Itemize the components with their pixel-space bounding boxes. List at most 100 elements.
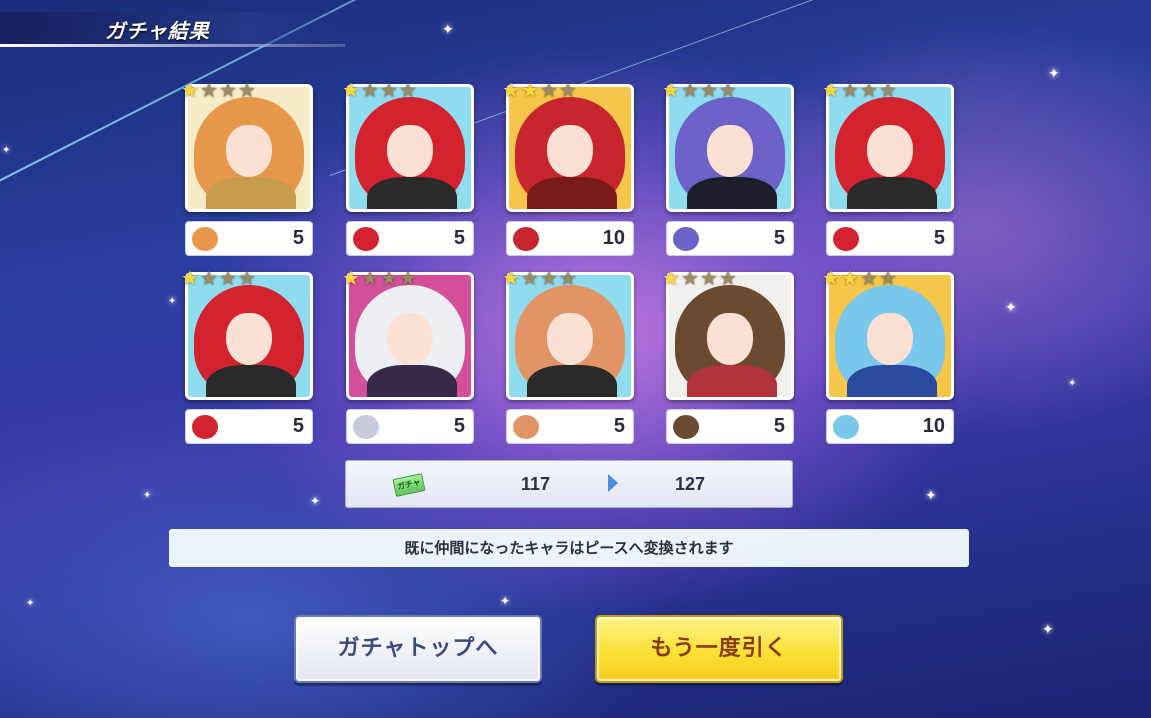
character-face: [387, 313, 433, 365]
rarity-stars: ★ ★ ★ ★: [822, 80, 898, 100]
character-portrait: [666, 272, 794, 400]
rarity-stars: ★ ★ ★ ★: [342, 268, 418, 288]
star-icon: ★: [200, 78, 218, 102]
character-portrait: [185, 272, 313, 400]
gacha-top-button[interactable]: ガチャトップへ: [294, 615, 542, 683]
piece-count: 5: [773, 227, 785, 249]
piece-count-row: 5: [666, 221, 794, 256]
star-icon: ★: [399, 266, 417, 290]
piece-count-row: 5: [346, 409, 474, 444]
piece-count-row: 5: [185, 221, 313, 256]
star-icon: ★: [238, 78, 256, 102]
piece-count-row: 5: [826, 221, 954, 256]
character-face: [707, 125, 753, 177]
rarity-stars: ★ ★ ★ ★: [502, 268, 578, 288]
character-piece-icon: [673, 227, 699, 251]
character-body: [206, 365, 296, 397]
piece-count: 10: [602, 227, 625, 249]
sparkle-icon: ✦: [442, 22, 454, 38]
arrow-right-icon: [608, 474, 618, 492]
character-portrait: [506, 272, 634, 400]
character-body: [367, 177, 457, 209]
star-icon: ★: [700, 78, 718, 102]
sparkle-icon: ✦: [310, 494, 321, 508]
character-face: [867, 313, 913, 365]
character-body: [527, 177, 617, 209]
star-icon: ★: [380, 78, 398, 102]
piece-count: 5: [453, 415, 465, 437]
character-face: [226, 313, 272, 365]
star-icon: ★: [521, 266, 539, 290]
ticket-icon: ガチャ: [392, 473, 426, 497]
star-icon: ★: [841, 78, 859, 102]
star-icon: ★: [361, 78, 379, 102]
star-icon: ★: [681, 266, 699, 290]
ticket-count-panel: ガチャ 117 127: [345, 460, 793, 508]
character-piece-icon: [353, 227, 379, 251]
star-icon: ★: [399, 78, 417, 102]
piece-count-row: 5: [506, 409, 634, 444]
sparkle-icon: ✦: [925, 488, 937, 504]
star-icon: ★: [219, 78, 237, 102]
sparkle-icon: ✦: [2, 145, 11, 156]
rarity-stars: ★ ★ ★ ★: [502, 80, 578, 100]
character-body: [527, 365, 617, 397]
sparkle-icon: ✦: [1005, 300, 1017, 316]
piece-count-row: 10: [826, 409, 954, 444]
star-icon: ★: [860, 266, 878, 290]
star-icon: ★: [879, 78, 897, 102]
ticket-count-after: 127: [675, 474, 706, 494]
character-piece-icon: [673, 415, 699, 439]
star-icon: ★: [540, 266, 558, 290]
star-icon: ★: [502, 266, 520, 290]
rarity-stars: ★ ★ ★ ★: [822, 268, 898, 288]
ticket-count-before: 117: [521, 474, 551, 494]
piece-count-row: 5: [185, 409, 313, 444]
star-icon: ★: [822, 78, 840, 102]
star-icon: ★: [559, 266, 577, 290]
rarity-stars: ★ ★ ★ ★: [662, 268, 738, 288]
sparkle-icon: ✦: [168, 296, 177, 307]
conversion-notice: 既に仲間になったキャラはピースへ変換されます: [169, 529, 969, 567]
star-icon: ★: [342, 266, 360, 290]
draw-again-button[interactable]: もう一度引く: [595, 615, 843, 683]
star-icon: ★: [662, 266, 680, 290]
character-portrait: [826, 272, 954, 400]
character-piece-icon: [513, 415, 539, 439]
star-icon: ★: [540, 78, 558, 102]
rarity-stars: ★ ★ ★ ★: [662, 80, 738, 100]
rarity-stars: ★ ★ ★ ★: [342, 80, 418, 100]
character-body: [687, 365, 777, 397]
piece-count: 5: [453, 227, 465, 249]
star-icon: ★: [559, 78, 577, 102]
star-icon: ★: [521, 78, 539, 102]
character-piece-icon: [833, 227, 859, 251]
star-icon: ★: [879, 266, 897, 290]
character-piece-icon: [833, 415, 859, 439]
sparkle-icon: ✦: [1068, 378, 1077, 389]
piece-count: 5: [292, 415, 304, 437]
piece-count: 5: [773, 415, 785, 437]
piece-count: 10: [922, 415, 945, 437]
sparkle-icon: ✦: [143, 490, 152, 501]
sparkle-icon: ✦: [1042, 622, 1054, 638]
star-icon: ★: [181, 266, 199, 290]
character-body: [206, 177, 296, 209]
star-icon: ★: [361, 266, 379, 290]
star-icon: ★: [719, 78, 737, 102]
character-face: [867, 125, 913, 177]
character-body: [847, 365, 937, 397]
rarity-stars: ★ ★ ★ ★: [181, 80, 257, 100]
character-portrait: [826, 84, 954, 212]
character-portrait: [346, 84, 474, 212]
character-face: [547, 125, 593, 177]
piece-count: 5: [933, 227, 945, 249]
character-face: [707, 313, 753, 365]
character-portrait: [346, 272, 474, 400]
character-body: [847, 177, 937, 209]
star-icon: ★: [681, 78, 699, 102]
star-icon: ★: [860, 78, 878, 102]
page-title: ガチャ結果: [105, 19, 210, 43]
piece-count-row: 5: [666, 409, 794, 444]
sparkle-icon: ✦: [500, 594, 511, 608]
